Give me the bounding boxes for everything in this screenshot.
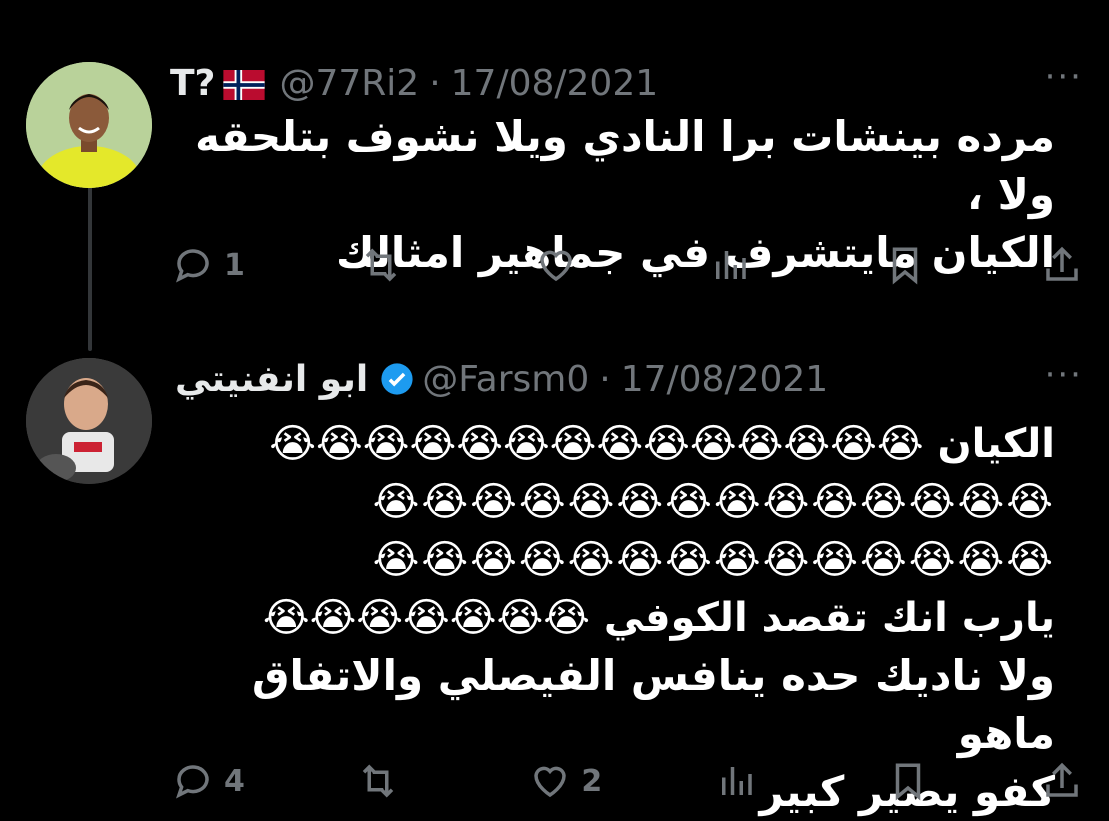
verified-icon (380, 362, 414, 396)
bookmark-icon (892, 247, 918, 285)
tweet-2[interactable]: ابو انفنيتي @Farsm0 · 17/08/2021 ··· الك… (0, 340, 1109, 821)
bookmark-button[interactable] (884, 244, 926, 286)
tweet-header: T? @77Ri2 · 17/08/2021 (170, 58, 658, 108)
norway-flag-icon (223, 68, 266, 100)
retweet-button[interactable] (357, 760, 417, 802)
user-handle[interactable]: @Farsm0 (422, 359, 589, 400)
reply-icon (176, 765, 209, 799)
display-name[interactable]: ابو انفنيتي (175, 359, 368, 400)
separator: · (429, 62, 441, 104)
share-icon (1046, 246, 1078, 281)
separator: · (599, 358, 611, 400)
tweet-text-line: يارب انك تقصد الكوفي 😭😭😭😭😭😭😭 (262, 595, 1055, 641)
more-icon[interactable]: ··· (1045, 358, 1083, 392)
reply-count: 4 (224, 763, 245, 799)
like-button[interactable]: 2 (529, 760, 602, 802)
tweet-text-line: 😭😭😭😭😭😭😭😭😭😭😭😭😭😭 (372, 479, 1055, 525)
retweet-button[interactable] (360, 244, 420, 286)
like-icon (539, 250, 572, 282)
avatar[interactable] (26, 358, 152, 484)
reply-button[interactable]: 4 (172, 760, 245, 802)
action-bar: 1 (172, 242, 1083, 288)
views-icon (721, 767, 752, 795)
retweet-icon (365, 248, 396, 282)
tweet-date[interactable]: 17/08/2021 (621, 359, 829, 400)
tweet-text-line: 😭😭😭😭😭😭😭😭😭😭😭😭😭😭 (372, 537, 1055, 583)
tweet-text-line: مرده بينشات برا النادي ويلا نشوف بتلحقه … (195, 112, 1055, 219)
tweet-header: ابو انفنيتي @Farsm0 · 17/08/2021 (175, 354, 828, 404)
avatar[interactable] (26, 62, 152, 188)
tweet-text-line: ولا ناديك حده ينافس الفيصلي والاتفاق ماه… (251, 651, 1055, 758)
reply-count: 1 (224, 247, 245, 283)
share-button[interactable] (1041, 244, 1083, 286)
user-handle[interactable]: @77Ri2 (279, 63, 419, 104)
reply-button[interactable]: 1 (172, 244, 245, 286)
bookmark-button[interactable] (887, 760, 929, 802)
share-icon (1046, 762, 1078, 797)
views-button[interactable] (715, 760, 775, 802)
tweet-1[interactable]: T? @77Ri2 · 17/08/2021 ··· مرده بينشات ب… (0, 0, 1109, 330)
like-button[interactable] (535, 244, 595, 286)
share-button[interactable] (1041, 760, 1083, 802)
tweet-date[interactable]: 17/08/2021 (451, 63, 659, 104)
more-icon[interactable]: ··· (1045, 60, 1083, 94)
retweet-icon (362, 764, 394, 798)
views-button[interactable] (709, 244, 769, 286)
reply-icon (176, 249, 209, 283)
display-name[interactable]: T? (170, 63, 215, 104)
like-icon (534, 766, 567, 798)
views-icon (716, 251, 747, 279)
tweet-text-line: الكيان 😭😭😭😭😭😭😭😭😭😭😭😭😭😭 (269, 421, 1055, 467)
action-bar: 4 2 (172, 758, 1083, 804)
like-count: 2 (581, 763, 603, 799)
bookmark-icon (895, 763, 920, 801)
